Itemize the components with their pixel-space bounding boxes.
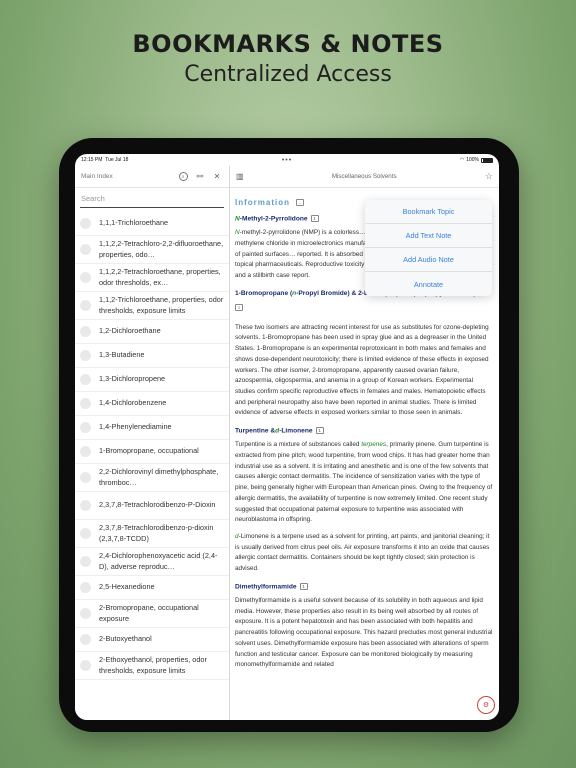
list-item[interactable]: 1-Bromopropane, occupational bbox=[75, 440, 229, 464]
search-input[interactable]: Search bbox=[80, 194, 224, 208]
list-item[interactable]: 1,1,2,2-Tetrachloroethane, properties, o… bbox=[75, 264, 229, 292]
list-item[interactable]: 2,5-Hexanedione bbox=[75, 576, 229, 600]
topic-icon bbox=[80, 608, 91, 619]
topic-icon bbox=[80, 422, 91, 433]
topic-icon bbox=[80, 446, 91, 457]
section-dmf-text: Dimethylformamide is a useful solvent be… bbox=[235, 597, 493, 669]
add-text-note-button[interactable]: Add Text Note bbox=[365, 224, 492, 248]
topic-icon bbox=[80, 398, 91, 409]
list-item[interactable]: 2,4-Dichlorophenoxyacetic acid (2,4-D), … bbox=[75, 548, 229, 576]
filter-icon[interactable]: ⚯ bbox=[194, 171, 206, 183]
list-item[interactable]: 1,1,2-Trichloroethane, properties, odor … bbox=[75, 292, 229, 320]
topic-icon bbox=[80, 218, 91, 229]
content-title: Miscellaneous Solvents bbox=[331, 173, 397, 180]
hero-title: BOOKMARKS & NOTES bbox=[132, 30, 444, 58]
battery-icon bbox=[481, 157, 493, 163]
bookmark-popover: Bookmark Topic Add Text Note Add Audio N… bbox=[365, 200, 492, 296]
content-header: ▥ Miscellaneous Solvents ☆ bbox=[230, 166, 499, 188]
list-item[interactable]: 1,1,1-Trichloroethane bbox=[75, 212, 229, 236]
list-item[interactable]: 2-Bromopropane, occupational exposure bbox=[75, 600, 229, 628]
topic-icon bbox=[80, 374, 91, 385]
topic-list: 1,1,1-Trichloroethane 1,1,2,2-Tetrachlor… bbox=[75, 210, 229, 680]
expand-icon[interactable]: → bbox=[296, 199, 304, 206]
sidebar: Main Index ⌕ ⚯ ✕ Search 1,1,1-Trichloroe… bbox=[75, 166, 230, 720]
note-icon[interactable]: 1 bbox=[310, 215, 319, 222]
topic-icon bbox=[80, 326, 91, 337]
section-turpentine-heading: Turpentine &d-Limonene 1 bbox=[235, 427, 493, 434]
close-icon[interactable]: ✕ bbox=[211, 171, 223, 183]
tablet-frame: 12:15 PM Tue Jul 18 ••• ◠ 100% Main Inde… bbox=[59, 138, 519, 732]
status-time: 12:15 PM Tue Jul 18 bbox=[81, 157, 129, 163]
section-bromopropane-text: These two isomers are attracting recent … bbox=[235, 323, 489, 417]
search-icon[interactable]: ⌕ bbox=[177, 171, 189, 183]
star-icon[interactable]: ☆ bbox=[485, 171, 493, 182]
list-item[interactable]: 1,3-Butadiene bbox=[75, 344, 229, 368]
topic-icon bbox=[80, 556, 91, 567]
topic-icon bbox=[80, 660, 91, 671]
add-audio-note-button[interactable]: Add Audio Note bbox=[365, 248, 492, 272]
topic-icon bbox=[80, 272, 91, 283]
status-right: ◠ 100% bbox=[413, 157, 493, 163]
list-item[interactable]: 2,3,7,8-Tetrachlorodibenzo-P-Dioxin bbox=[75, 492, 229, 520]
list-item[interactable]: 2,2-Dichlorovinyl dimethylphosphate, thr… bbox=[75, 464, 229, 492]
list-item[interactable]: 2-Ethoxyethanol, properties, odor thresh… bbox=[75, 652, 229, 680]
list-item[interactable]: 1,2-Dichloroethane bbox=[75, 320, 229, 344]
topic-icon bbox=[80, 350, 91, 361]
list-item[interactable]: 1,4-Phenylenediamine bbox=[75, 416, 229, 440]
topic-icon bbox=[80, 244, 91, 255]
bookmark-topic-button[interactable]: Bookmark Topic bbox=[365, 200, 492, 224]
hero-subtitle: Centralized Access bbox=[184, 62, 392, 87]
topic-icon bbox=[80, 582, 91, 593]
section-turpentine-text: Turpentine is a mixture of substances ca… bbox=[235, 441, 493, 524]
topic-icon bbox=[80, 528, 91, 539]
list-item[interactable]: 2-Butoxyethanol bbox=[75, 628, 229, 652]
list-item[interactable]: 1,1,2,2-Tetrachloro-2,2-difluoroethane, … bbox=[75, 236, 229, 264]
note-icon[interactable]: 1 bbox=[299, 582, 308, 590]
list-item[interactable]: 2,3,7,8-Tetrachlorodibenzo-p-dioxin (2,3… bbox=[75, 520, 229, 548]
sidebar-toggle-icon[interactable]: ▥ bbox=[236, 172, 244, 181]
list-item[interactable]: 1,4-Dichlorobenzene bbox=[75, 392, 229, 416]
topic-icon bbox=[80, 634, 91, 645]
topic-icon bbox=[80, 472, 91, 483]
wifi-icon: ◠ bbox=[459, 157, 465, 163]
screen: 12:15 PM Tue Jul 18 ••• ◠ 100% Main Inde… bbox=[75, 154, 499, 720]
settings-fab-icon[interactable]: ⚙ bbox=[477, 696, 495, 714]
sidebar-header: Main Index ⌕ ⚯ ✕ bbox=[75, 166, 229, 188]
battery-percent: 100% bbox=[466, 157, 479, 163]
annotate-button[interactable]: Annotate bbox=[365, 272, 492, 296]
status-bar: 12:15 PM Tue Jul 18 ••• ◠ 100% bbox=[75, 154, 499, 166]
section-limonene-text: d-Limonene is a terpene used as a solven… bbox=[235, 532, 490, 573]
note-icon[interactable]: 1 bbox=[235, 304, 243, 312]
topic-icon bbox=[80, 300, 91, 311]
section-dmf-heading: Dimethylformamide 1 bbox=[235, 582, 493, 590]
note-icon[interactable]: 1 bbox=[315, 427, 324, 435]
list-item[interactable]: 1,3-Dichloropropene bbox=[75, 368, 229, 392]
sidebar-title: Main Index bbox=[81, 173, 113, 180]
multitask-dots[interactable]: ••• bbox=[161, 157, 413, 164]
topic-icon bbox=[80, 500, 91, 511]
